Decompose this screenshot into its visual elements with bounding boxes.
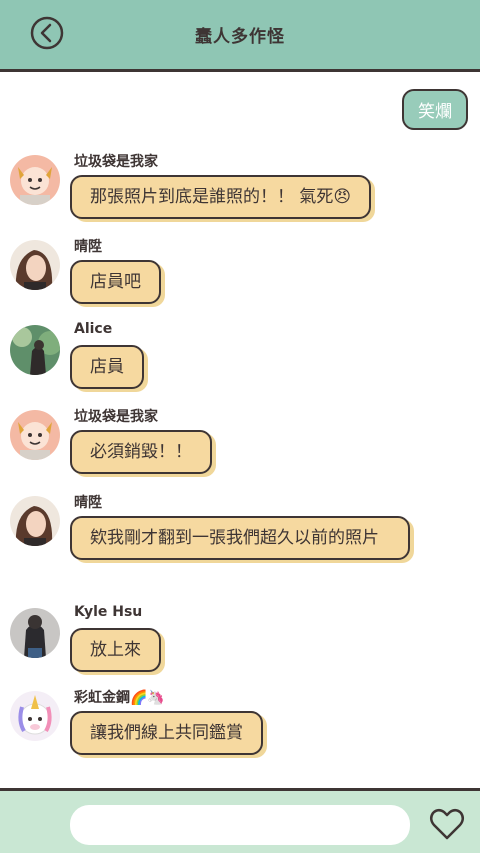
cartoon-avatar[interactable]: [10, 155, 60, 205]
photo-avatar[interactable]: [10, 608, 60, 658]
message-bubble: 必須銷毀！！: [70, 430, 212, 474]
message-bubble: 店員: [70, 345, 144, 389]
sender-name: 晴陞: [74, 495, 102, 511]
drawn-avatar[interactable]: [10, 496, 60, 546]
chat-footer: [0, 788, 480, 853]
unicorn-avatar[interactable]: [10, 691, 60, 741]
message-bubble: 欸我剛才翻到一張我們超久以前的照片: [70, 516, 410, 560]
chat-header: 蠢人多作怪: [0, 0, 480, 72]
message-bubble: 放上來: [70, 628, 161, 672]
drawn-avatar[interactable]: [10, 240, 60, 290]
sender-name: 彩虹金鋼🌈🦄: [74, 690, 165, 706]
sender-name: Alice: [74, 321, 113, 337]
sender-name: 垃圾袋是我家: [74, 409, 158, 425]
heart-icon[interactable]: [428, 805, 466, 843]
message-bubble: 讓我們線上共同鑑賞: [70, 711, 263, 755]
cartoon-avatar[interactable]: [10, 410, 60, 460]
sender-name: Kyle Hsu: [74, 604, 143, 620]
chat-title: 蠢人多作怪: [195, 27, 285, 47]
message-bubble: 店員吧: [70, 260, 161, 304]
message-input[interactable]: [70, 805, 410, 845]
message-bubble: 那張照片到底是誰照的！！ 氣死😠: [70, 175, 372, 219]
green-photo-avatar[interactable]: [10, 325, 60, 375]
sender-name: 垃圾袋是我家: [74, 154, 158, 170]
outgoing-message: 笑爛: [402, 89, 468, 130]
sender-name: 晴陞: [74, 239, 102, 255]
message-list[interactable]: 笑爛 垃圾袋是我家 那張照片到底是誰照的！！ 氣死😠 晴陞 店員吧 Alice …: [0, 75, 480, 788]
